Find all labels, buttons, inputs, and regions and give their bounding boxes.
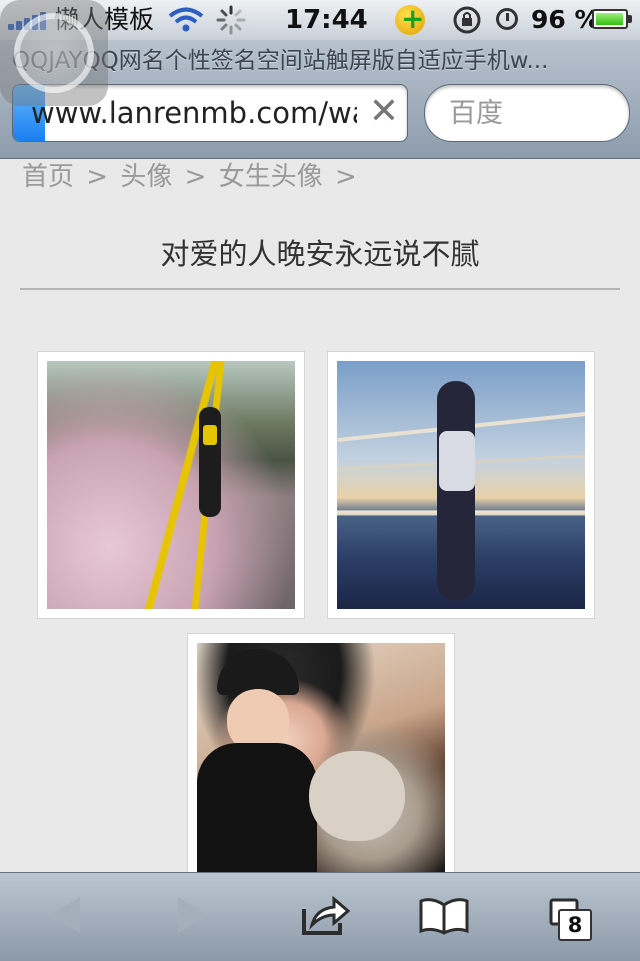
battery-icon [592, 9, 628, 29]
breadcrumb-girl-avatar-link[interactable]: 女生头像 [219, 162, 323, 192]
battery-percent: 96 % [531, 5, 600, 34]
photo-card[interactable] [37, 351, 305, 619]
loading-spinner-icon [216, 5, 246, 35]
article-title: 对爱的人晚安永远说不腻 [160, 237, 480, 271]
bookmarks-icon[interactable] [418, 897, 470, 935]
breadcrumb: 首页 > 头像 > 女生头像 > [22, 160, 361, 194]
battery-level [596, 13, 623, 25]
search-field[interactable] [424, 84, 630, 142]
breadcrumb-separator: > [86, 162, 109, 192]
tabs-count[interactable]: 8 [558, 909, 592, 941]
photo-card[interactable] [187, 633, 455, 893]
wifi-icon [168, 7, 204, 32]
title-divider [20, 288, 620, 290]
share-icon[interactable] [300, 895, 350, 937]
photo-girl-with-dog[interactable] [197, 643, 445, 883]
battery-tip [628, 15, 632, 23]
back-arrow-icon[interactable] [50, 897, 80, 933]
photo-card[interactable] [327, 351, 595, 619]
alarm-icon [496, 8, 518, 30]
clock-time: 17:44 [285, 5, 368, 35]
app-notification-icon [395, 2, 425, 35]
search-input[interactable] [447, 93, 621, 133]
assistive-touch-icon[interactable] [0, 0, 108, 106]
bottom-toolbar: 8 [0, 872, 640, 961]
breadcrumb-separator: > [334, 162, 357, 192]
breadcrumb-avatar-link[interactable]: 头像 [120, 162, 172, 192]
clear-icon[interactable]: ✕ [365, 93, 403, 131]
photo-girl-walking-road[interactable] [47, 361, 295, 609]
rotation-lock-icon [453, 6, 481, 34]
breadcrumb-home-link[interactable]: 首页 [22, 162, 74, 192]
breadcrumb-separator: > [184, 162, 207, 192]
forward-arrow-icon[interactable] [178, 897, 208, 933]
photo-girl-on-ship[interactable] [337, 361, 585, 609]
